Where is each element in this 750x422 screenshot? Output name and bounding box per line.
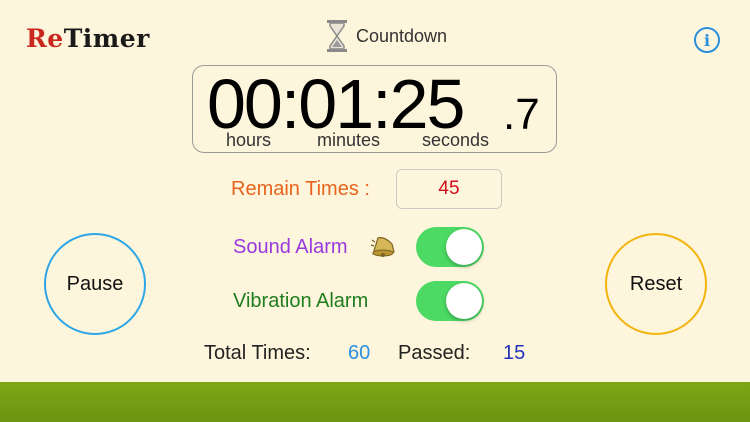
total-times-label: Total Times: xyxy=(204,342,311,364)
passed-label: Passed: xyxy=(398,342,471,364)
logo-suffix: Timer xyxy=(63,24,150,53)
totals-row: Total Times: 60 Passed: 15 xyxy=(0,342,750,368)
ground-bar xyxy=(0,382,750,422)
app-logo: ReTimer xyxy=(26,24,150,53)
toggle-knob xyxy=(446,283,482,319)
logo-prefix: Re xyxy=(26,24,64,53)
unit-hours-label: hours xyxy=(226,130,272,150)
hourglass-icon xyxy=(327,20,347,52)
passed-value: 15 xyxy=(503,342,526,364)
vibration-alarm-label: Vibration Alarm xyxy=(233,290,369,312)
sound-alarm-toggle[interactable] xyxy=(416,227,484,267)
reset-button[interactable]: Reset xyxy=(605,233,707,335)
time-tenths: .7 xyxy=(503,90,540,139)
countdown-display: 00:01:25 .7 hours minutes seconds xyxy=(192,65,557,153)
bell-icon xyxy=(370,237,395,257)
remain-times-label: Remain Times : xyxy=(231,178,370,200)
unit-minutes-label: minutes xyxy=(317,130,381,150)
pause-button[interactable]: Pause xyxy=(44,233,146,335)
total-times-value: 60 xyxy=(348,342,371,364)
mode-indicator: Countdown xyxy=(326,18,447,54)
mode-label: Countdown xyxy=(356,25,448,46)
unit-seconds-label: seconds xyxy=(422,130,490,150)
toggle-knob xyxy=(446,229,482,265)
sound-alarm-label: Sound Alarm xyxy=(233,236,348,258)
info-button[interactable]: i xyxy=(694,27,720,53)
remain-times-field[interactable]: 45 xyxy=(396,169,502,209)
vibration-alarm-toggle[interactable] xyxy=(416,281,484,321)
